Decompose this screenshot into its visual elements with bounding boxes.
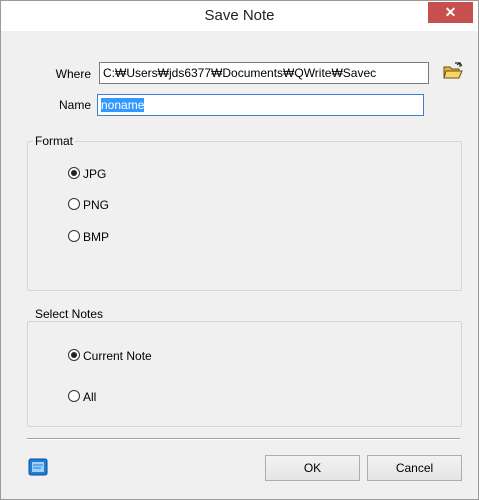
format-group-title: Format	[33, 134, 76, 148]
format-group	[27, 141, 462, 291]
note-icon	[28, 458, 48, 476]
radio-label: Current Note	[83, 349, 152, 363]
name-field-value: noname	[101, 98, 145, 112]
radio-button[interactable]	[68, 230, 80, 242]
browse-folder-button[interactable]	[442, 62, 464, 82]
footer-separator	[27, 438, 460, 440]
radio-label: BMP	[83, 230, 110, 244]
name-field[interactable]: noname	[97, 94, 424, 116]
cancel-button[interactable]: Cancel	[367, 455, 462, 481]
where-label: Where	[55, 67, 91, 81]
ok-button[interactable]: OK	[265, 455, 360, 481]
radio-label: PNG	[83, 198, 110, 212]
radio-button[interactable]	[68, 167, 80, 179]
radio-button[interactable]	[68, 349, 80, 361]
select-notes-group-title: Select Notes	[33, 307, 106, 321]
radio-label: JPG	[83, 167, 107, 181]
title-bar[interactable]: Save Note ✕	[1, 1, 478, 31]
radio-button[interactable]	[68, 198, 80, 210]
dialog-title: Save Note	[204, 7, 275, 24]
close-button[interactable]: ✕	[428, 2, 473, 23]
folder-open-icon	[443, 62, 463, 79]
radio-button[interactable]	[68, 390, 80, 402]
save-note-dialog: Save Note ✕ Where C:₩Users₩jds6377₩Docum…	[0, 0, 479, 500]
select-notes-group	[27, 321, 462, 427]
name-label: Name	[58, 98, 91, 112]
radio-label: All	[83, 390, 97, 404]
note-icon-button[interactable]	[28, 457, 48, 477]
where-field[interactable]: C:₩Users₩jds6377₩Documents₩QWrite₩Savec	[99, 62, 429, 84]
close-icon: ✕	[444, 4, 457, 20]
